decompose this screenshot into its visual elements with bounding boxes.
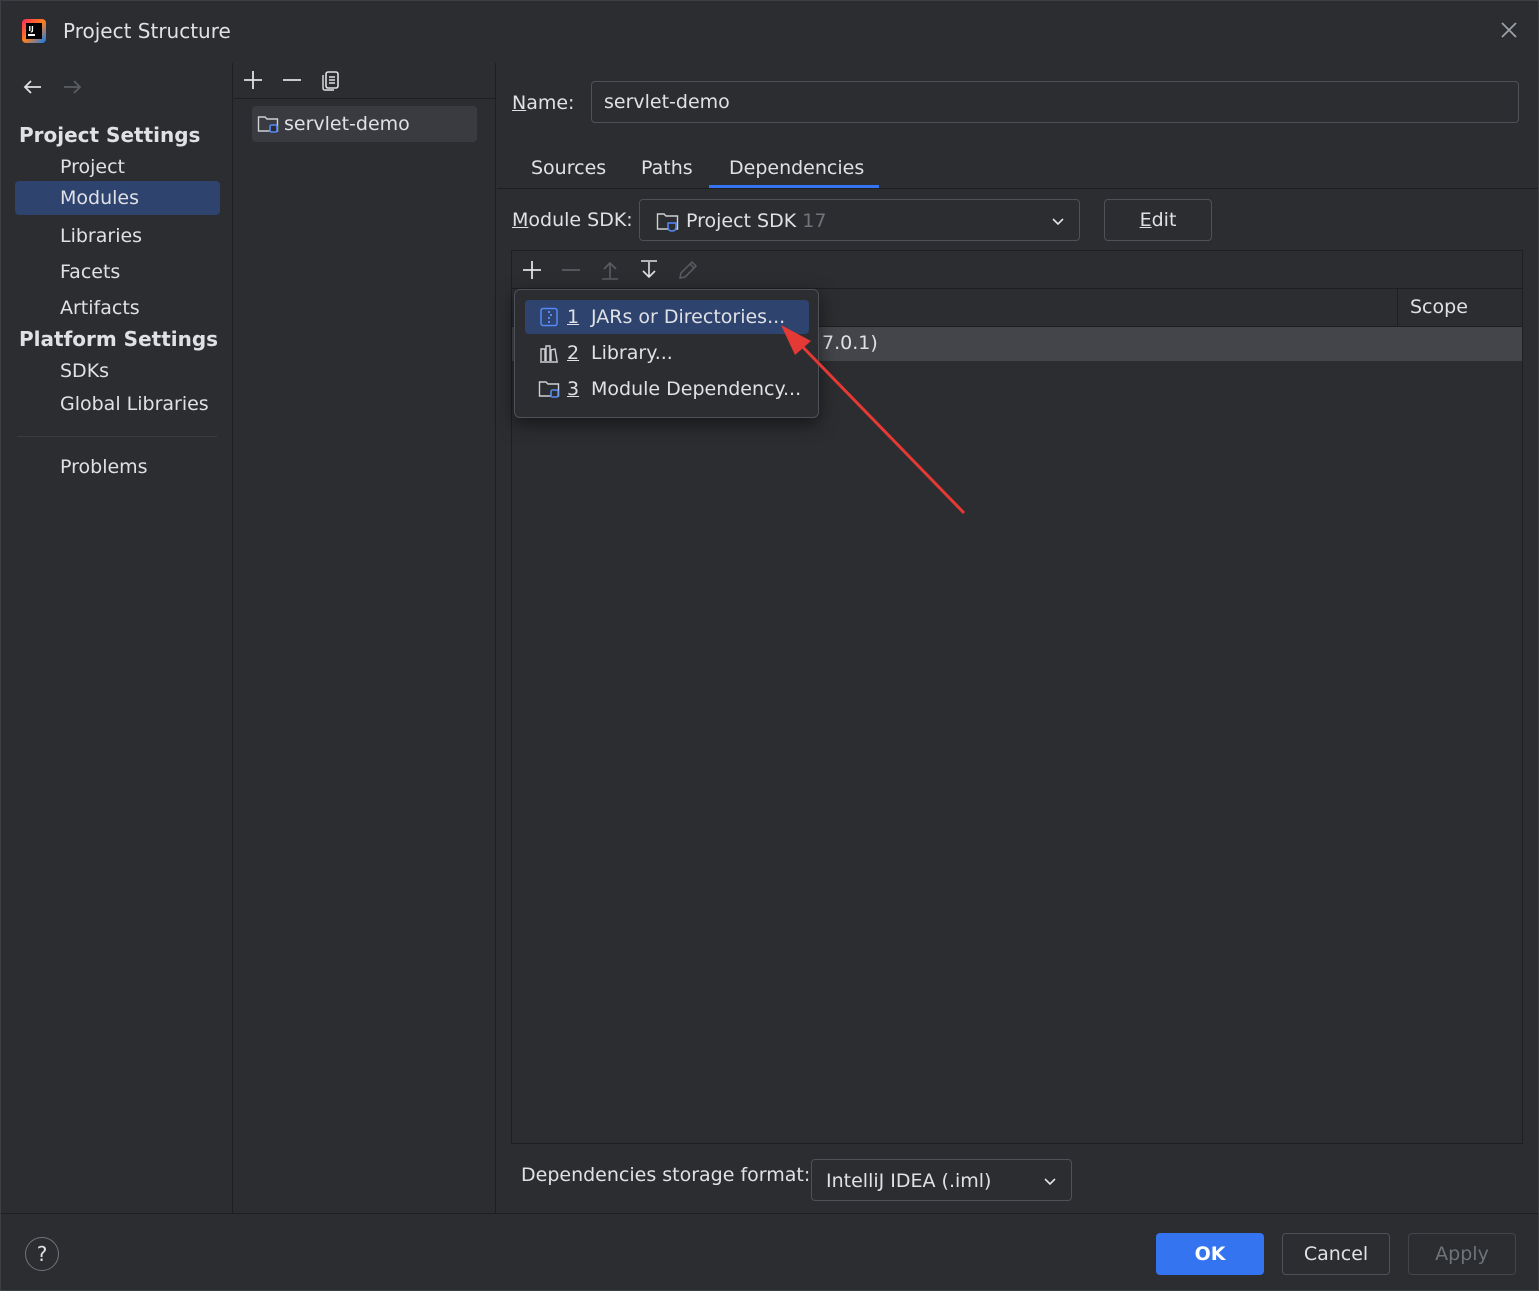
add-dependency-icon[interactable] — [520, 258, 544, 282]
menu-item-number: 2 — [567, 342, 580, 364]
module-name: servlet-demo — [284, 113, 410, 135]
module-details-panel: Name: Sources Paths Dependencies Module … — [497, 63, 1538, 1213]
menu-item-number: 1 — [567, 306, 580, 328]
jar-file-icon — [540, 307, 558, 327]
project-settings-heading: Project Settings — [19, 123, 201, 147]
edit-label-rest: dit — [1151, 209, 1177, 231]
sdk-mnemonic: M — [512, 209, 529, 231]
sdk-label-rest: odule SDK: — [528, 209, 633, 231]
module-tabs: Sources Paths Dependencies — [497, 151, 1538, 189]
move-up-icon[interactable] — [598, 258, 622, 282]
menu-item-module-dependency[interactable]: 3 Module Dependency... — [525, 372, 809, 406]
menu-item-library[interactable]: 2 Library... — [525, 336, 809, 370]
name-mnemonic: N — [512, 92, 527, 114]
sdk-version: 17 — [802, 210, 827, 232]
scope-column-header[interactable]: Scope — [1397, 289, 1468, 326]
annotation-arrow-icon — [781, 325, 966, 515]
sdk-name: Project SDK — [686, 210, 797, 232]
name-label-rest: ame: — [526, 92, 575, 114]
apply-button[interactable]: Apply — [1408, 1233, 1516, 1275]
active-tab-indicator — [709, 185, 879, 188]
chevron-down-icon — [1052, 218, 1064, 226]
menu-item-label: JARs or Directories... — [591, 306, 786, 328]
sidebar-item-libraries[interactable]: Libraries — [15, 219, 220, 253]
sdk-folder-icon — [656, 213, 679, 232]
move-down-icon[interactable] — [637, 258, 661, 282]
sidebar-item-global-libraries[interactable]: Global Libraries — [15, 387, 220, 421]
module-sdk-dropdown[interactable]: Project SDK 17 — [639, 199, 1080, 241]
svg-text:IJ: IJ — [29, 25, 34, 33]
storage-format-label: Dependencies storage format: — [521, 1164, 811, 1186]
module-name-input[interactable] — [591, 81, 1519, 123]
sidebar-item-artifacts[interactable]: Artifacts — [15, 291, 220, 325]
module-sdk-label: Module SDK: — [512, 209, 633, 231]
chevron-down-icon — [1044, 1178, 1056, 1186]
modules-toolbar — [234, 63, 496, 99]
remove-icon[interactable] — [280, 68, 304, 92]
title-bar: IJ Project Structure — [1, 1, 1538, 63]
help-button[interactable]: ? — [25, 1237, 59, 1271]
copy-icon[interactable] — [320, 68, 344, 92]
module-folder-icon — [257, 116, 279, 133]
modules-list-panel: servlet-demo — [234, 63, 496, 1213]
menu-item-label: Library... — [591, 342, 673, 364]
settings-sidebar: Project Settings Project Modules Librari… — [1, 63, 233, 1213]
dialog-button-bar: ? OK Cancel Apply — [1, 1213, 1538, 1290]
sidebar-item-modules[interactable]: Modules — [15, 181, 220, 215]
sidebar-item-project[interactable]: Project — [15, 150, 220, 184]
library-icon — [540, 345, 558, 363]
edit-sdk-button[interactable]: Edit — [1104, 199, 1212, 241]
menu-item-number: 3 — [567, 378, 580, 400]
menu-item-label: Module Dependency... — [591, 378, 802, 400]
ok-button[interactable]: OK — [1156, 1233, 1264, 1275]
menu-item-jars-or-directories[interactable]: 1 JARs or Directories... — [525, 300, 809, 334]
module-folder-icon — [538, 381, 560, 398]
back-arrow-icon[interactable] — [21, 75, 45, 99]
sidebar-item-facets[interactable]: Facets — [15, 255, 220, 289]
tab-dependencies[interactable]: Dependencies — [729, 157, 864, 179]
storage-format-value: IntelliJ IDEA (.iml) — [826, 1170, 992, 1192]
platform-settings-heading: Platform Settings — [19, 327, 219, 351]
close-icon[interactable] — [1496, 17, 1522, 43]
edit-pencil-icon[interactable] — [676, 258, 700, 282]
name-label: Name: — [512, 92, 574, 114]
remove-dependency-icon[interactable] — [559, 258, 583, 282]
sidebar-item-sdks[interactable]: SDKs — [15, 354, 220, 388]
window-title: Project Structure — [63, 19, 231, 43]
edit-mnemonic: E — [1139, 209, 1152, 231]
sidebar-item-problems[interactable]: Problems — [15, 450, 220, 484]
module-item-servlet-demo[interactable]: servlet-demo — [252, 106, 477, 142]
intellij-logo-icon: IJ — [22, 19, 46, 43]
sidebar-divider — [17, 436, 217, 437]
dependencies-toolbar — [512, 251, 1522, 289]
storage-format-dropdown[interactable]: IntelliJ IDEA (.iml) — [811, 1159, 1072, 1201]
project-structure-dialog: IJ Project Structure Project Settings Pr… — [0, 0, 1539, 1291]
add-icon[interactable] — [241, 68, 265, 92]
tab-sources[interactable]: Sources — [531, 157, 606, 179]
cancel-button[interactable]: Cancel — [1282, 1233, 1390, 1275]
sdk-value-text: Project SDK 17 — [686, 210, 826, 232]
tab-paths[interactable]: Paths — [641, 157, 693, 179]
forward-arrow-icon[interactable] — [60, 75, 84, 99]
